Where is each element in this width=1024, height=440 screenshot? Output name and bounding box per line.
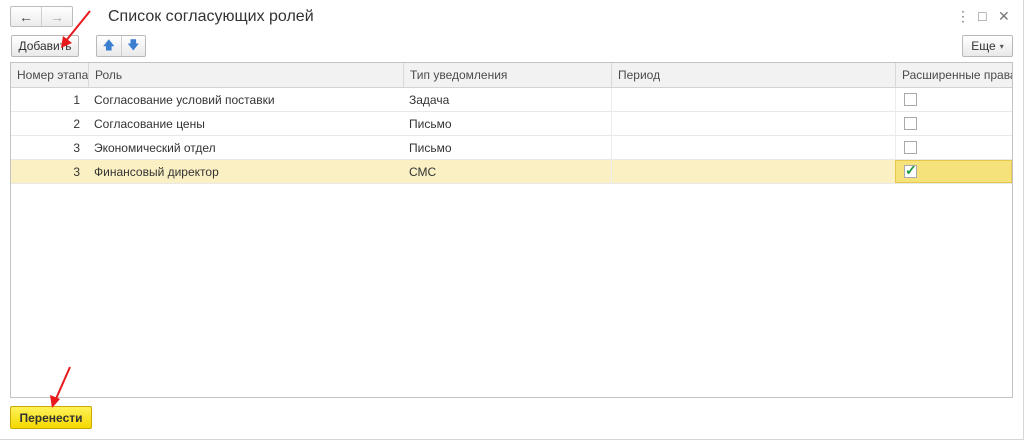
period-cell[interactable] [611, 112, 895, 135]
extended-cell [895, 112, 1012, 135]
close-icon[interactable]: ✕ [998, 8, 1010, 24]
period-cell[interactable] [611, 88, 895, 111]
annotation-arrow-icon [50, 366, 71, 408]
stage-cell: 3 [73, 140, 80, 155]
move-down-icon[interactable]: 🡇 [120, 36, 146, 56]
notify-cell: Письмо [409, 116, 452, 131]
more-label: Еще [971, 39, 996, 53]
table-header: Номер этапа Роль Тип уведомления Период … [11, 63, 1012, 88]
stage-cell: 2 [73, 116, 80, 131]
stage-cell: 3 [73, 164, 80, 179]
role-cell: Экономический отдел [94, 140, 216, 155]
notify-cell: Задача [409, 92, 450, 107]
more-button[interactable]: Еще ▾ [962, 35, 1013, 57]
period-cell[interactable] [611, 160, 895, 183]
role-cell: Согласование цены [94, 116, 205, 131]
role-cell: Финансовый директор [94, 164, 219, 179]
move-up-icon[interactable]: 🡅 [97, 36, 121, 56]
role-cell: Согласование условий поставки [94, 92, 275, 107]
extended-checkbox-checked[interactable] [904, 162, 917, 179]
period-cell[interactable] [611, 136, 895, 159]
move-buttons: 🡅 🡇 [96, 35, 146, 57]
table-row[interactable]: 1 Согласование условий поставки Задача [11, 88, 1012, 112]
form-window: ← → Список согласующих ролей ⋮ □ ✕ Добав… [0, 0, 1024, 440]
annotation-arrow-icon [61, 10, 91, 48]
column-header-extended[interactable]: Расширенные права [895, 63, 1012, 87]
extended-cell [895, 88, 1012, 111]
extended-checkbox[interactable] [904, 141, 917, 154]
extended-cell [895, 160, 1012, 183]
table-row-selected[interactable]: 3 Финансовый директор СМС [11, 160, 1012, 184]
table-row[interactable]: 2 Согласование цены Письмо [11, 112, 1012, 136]
extended-cell [895, 136, 1012, 159]
stage-cell: 1 [73, 92, 80, 107]
back-arrow-icon[interactable]: ← [11, 7, 41, 26]
page-title: Список согласующих ролей [108, 8, 314, 25]
column-header-period[interactable]: Период [611, 63, 895, 87]
table-row[interactable]: 3 Экономический отдел Письмо [11, 136, 1012, 160]
extended-checkbox[interactable] [904, 93, 917, 106]
notify-cell: СМС [409, 164, 437, 179]
roles-table: Номер этапа Роль Тип уведомления Период … [10, 62, 1013, 398]
column-header-role[interactable]: Роль [88, 63, 403, 87]
menu-icon[interactable]: ⋮ [956, 8, 970, 24]
restore-icon[interactable]: □ [978, 8, 986, 24]
notify-cell: Письмо [409, 140, 452, 155]
column-header-notify[interactable]: Тип уведомления [403, 63, 611, 87]
column-header-stage[interactable]: Номер этапа [11, 63, 88, 87]
chevron-down-icon: ▾ [999, 41, 1004, 51]
extended-checkbox[interactable] [904, 117, 917, 130]
